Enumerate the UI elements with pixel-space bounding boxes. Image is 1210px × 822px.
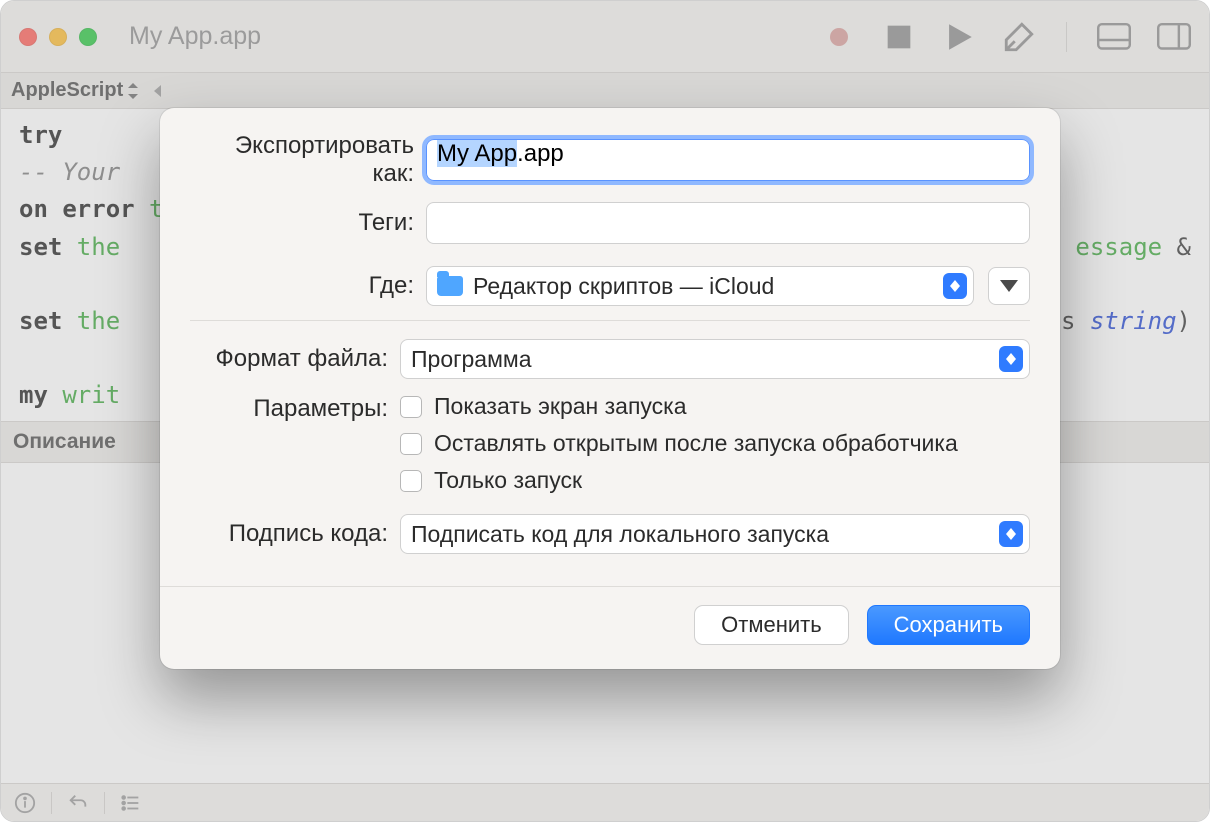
option-checkbox[interactable]: [400, 396, 422, 418]
option-row: Оставлять открытым после запуска обработ…: [400, 430, 1030, 457]
codesign-value: Подписать код для локального запуска: [411, 521, 999, 548]
cancel-button[interactable]: Отменить: [694, 605, 849, 645]
option-checkbox[interactable]: [400, 470, 422, 492]
status-divider: [104, 792, 105, 814]
language-label: AppleScript: [11, 79, 123, 102]
where-select[interactable]: Редактор скриптов — iCloud: [426, 266, 974, 306]
option-label: Оставлять открытым после запуска обработ…: [434, 430, 958, 457]
file-format-select[interactable]: Программа: [400, 339, 1030, 379]
export-dialog: Экспортировать как: My App.app Теги: Где…: [160, 108, 1060, 669]
format-bar: AppleScript: [1, 73, 1209, 109]
where-label: Где:: [190, 272, 426, 300]
zoom-window-button[interactable]: [79, 28, 97, 46]
show-panel-button[interactable]: [1097, 22, 1131, 52]
build-button[interactable]: [1002, 22, 1036, 52]
language-selector[interactable]: AppleScript: [11, 79, 139, 102]
file-format-value: Программа: [411, 346, 999, 373]
list-icon[interactable]: [119, 791, 143, 815]
titlebar: My App.app: [1, 1, 1209, 73]
folder-icon: [437, 276, 463, 296]
codesign-select[interactable]: Подписать код для локального запуска: [400, 514, 1030, 554]
toolbar: [822, 22, 1191, 52]
export-as-label: Экспортировать как:: [190, 132, 426, 188]
codesign-label: Подпись кода:: [190, 520, 400, 548]
select-arrows-icon: [943, 273, 967, 299]
window-title: My App.app: [129, 22, 261, 51]
select-arrows-icon: [999, 521, 1023, 547]
reply-icon[interactable]: [66, 791, 90, 815]
where-value: Редактор скриптов — iCloud: [473, 273, 943, 300]
select-arrows-icon: [999, 346, 1023, 372]
option-checkbox[interactable]: [400, 433, 422, 455]
run-button[interactable]: [942, 22, 976, 52]
stop-button[interactable]: [882, 22, 916, 52]
sidebar-toggle-button[interactable]: [1157, 22, 1191, 52]
option-row: Показать экран запуска: [400, 393, 1030, 420]
options-label: Параметры:: [190, 393, 400, 423]
filename-selected: My App: [437, 140, 517, 167]
option-row: Только запуск: [400, 467, 1030, 494]
record-button[interactable]: [822, 22, 856, 52]
filename-suffix: .app: [517, 140, 564, 167]
tags-input[interactable]: [426, 202, 1030, 244]
filename-input[interactable]: My App.app: [426, 139, 1030, 181]
description-label: Описание: [13, 430, 116, 454]
close-window-button[interactable]: [19, 28, 37, 46]
nav-back-icon[interactable]: [151, 84, 165, 98]
option-label: Только запуск: [434, 467, 582, 494]
minimize-window-button[interactable]: [49, 28, 67, 46]
dialog-footer: Отменить Сохранить: [160, 586, 1060, 669]
toolbar-separator: [1066, 22, 1067, 52]
status-divider: [51, 792, 52, 814]
file-format-label: Формат файла:: [190, 345, 400, 373]
expand-location-button[interactable]: [988, 267, 1030, 305]
info-icon[interactable]: [13, 791, 37, 815]
tags-label: Теги:: [190, 209, 426, 237]
status-bar: [1, 783, 1209, 821]
nav-buttons: [151, 84, 165, 98]
save-button[interactable]: Сохранить: [867, 605, 1030, 645]
window-controls: [19, 28, 97, 46]
option-label: Показать экран запуска: [434, 393, 687, 420]
dialog-divider: [190, 320, 1030, 321]
